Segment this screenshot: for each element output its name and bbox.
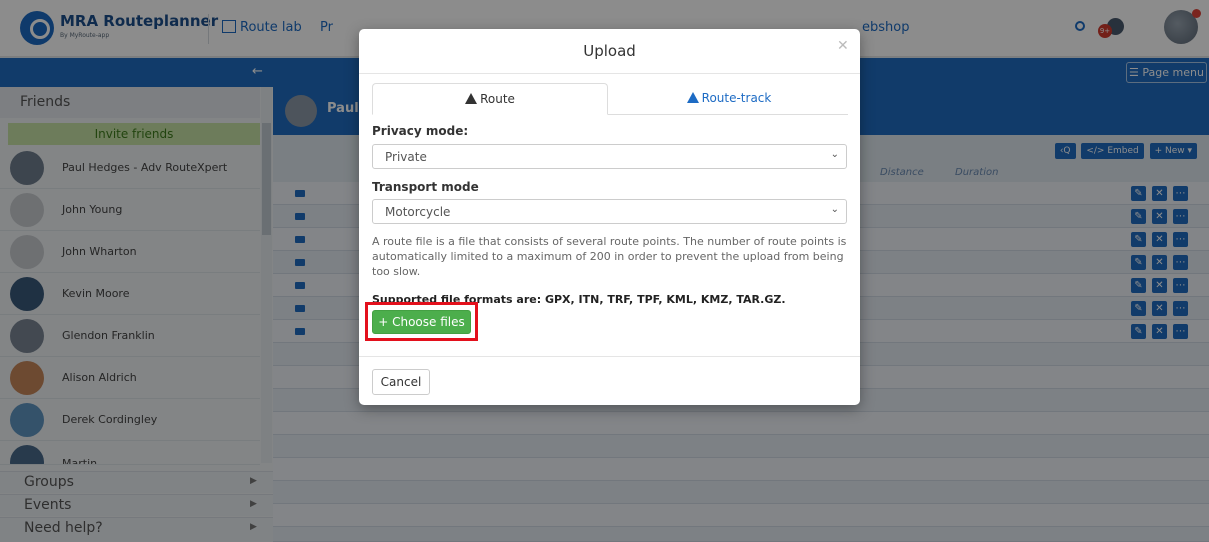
- route-file-description: A route file is a file that consists of …: [372, 235, 847, 278]
- dialog-title: Upload: [583, 42, 636, 60]
- tab-route-track[interactable]: Route-track: [610, 83, 848, 115]
- chevron-down-icon: ⌄: [830, 204, 839, 215]
- privacy-mode-value: Private: [385, 150, 427, 164]
- tab-route-label: Route: [480, 92, 515, 106]
- tab-route[interactable]: Route: [372, 83, 608, 115]
- dialog-footer-divider: [359, 356, 860, 357]
- tab-route-track-label: Route-track: [701, 91, 772, 105]
- cancel-button[interactable]: Cancel: [372, 369, 430, 395]
- close-icon[interactable]: ✕: [837, 38, 849, 54]
- transport-mode-label: Transport mode: [372, 180, 479, 194]
- transport-mode-select[interactable]: Motorcycle ⌄: [372, 199, 847, 224]
- privacy-mode-label: Privacy mode:: [372, 124, 469, 138]
- upload-tabs: Route Route-track: [372, 83, 848, 115]
- chevron-down-icon: ⌄: [830, 149, 839, 160]
- choose-files-button[interactable]: + Choose files: [372, 310, 471, 334]
- dialog-header: Upload ✕: [359, 29, 860, 74]
- road-icon: [465, 93, 478, 104]
- road-icon: [686, 92, 699, 103]
- upload-dialog: Upload ✕ Route Route-track Privacy mode:…: [359, 29, 860, 405]
- transport-mode-value: Motorcycle: [385, 205, 451, 219]
- privacy-mode-select[interactable]: Private ⌄: [372, 144, 847, 169]
